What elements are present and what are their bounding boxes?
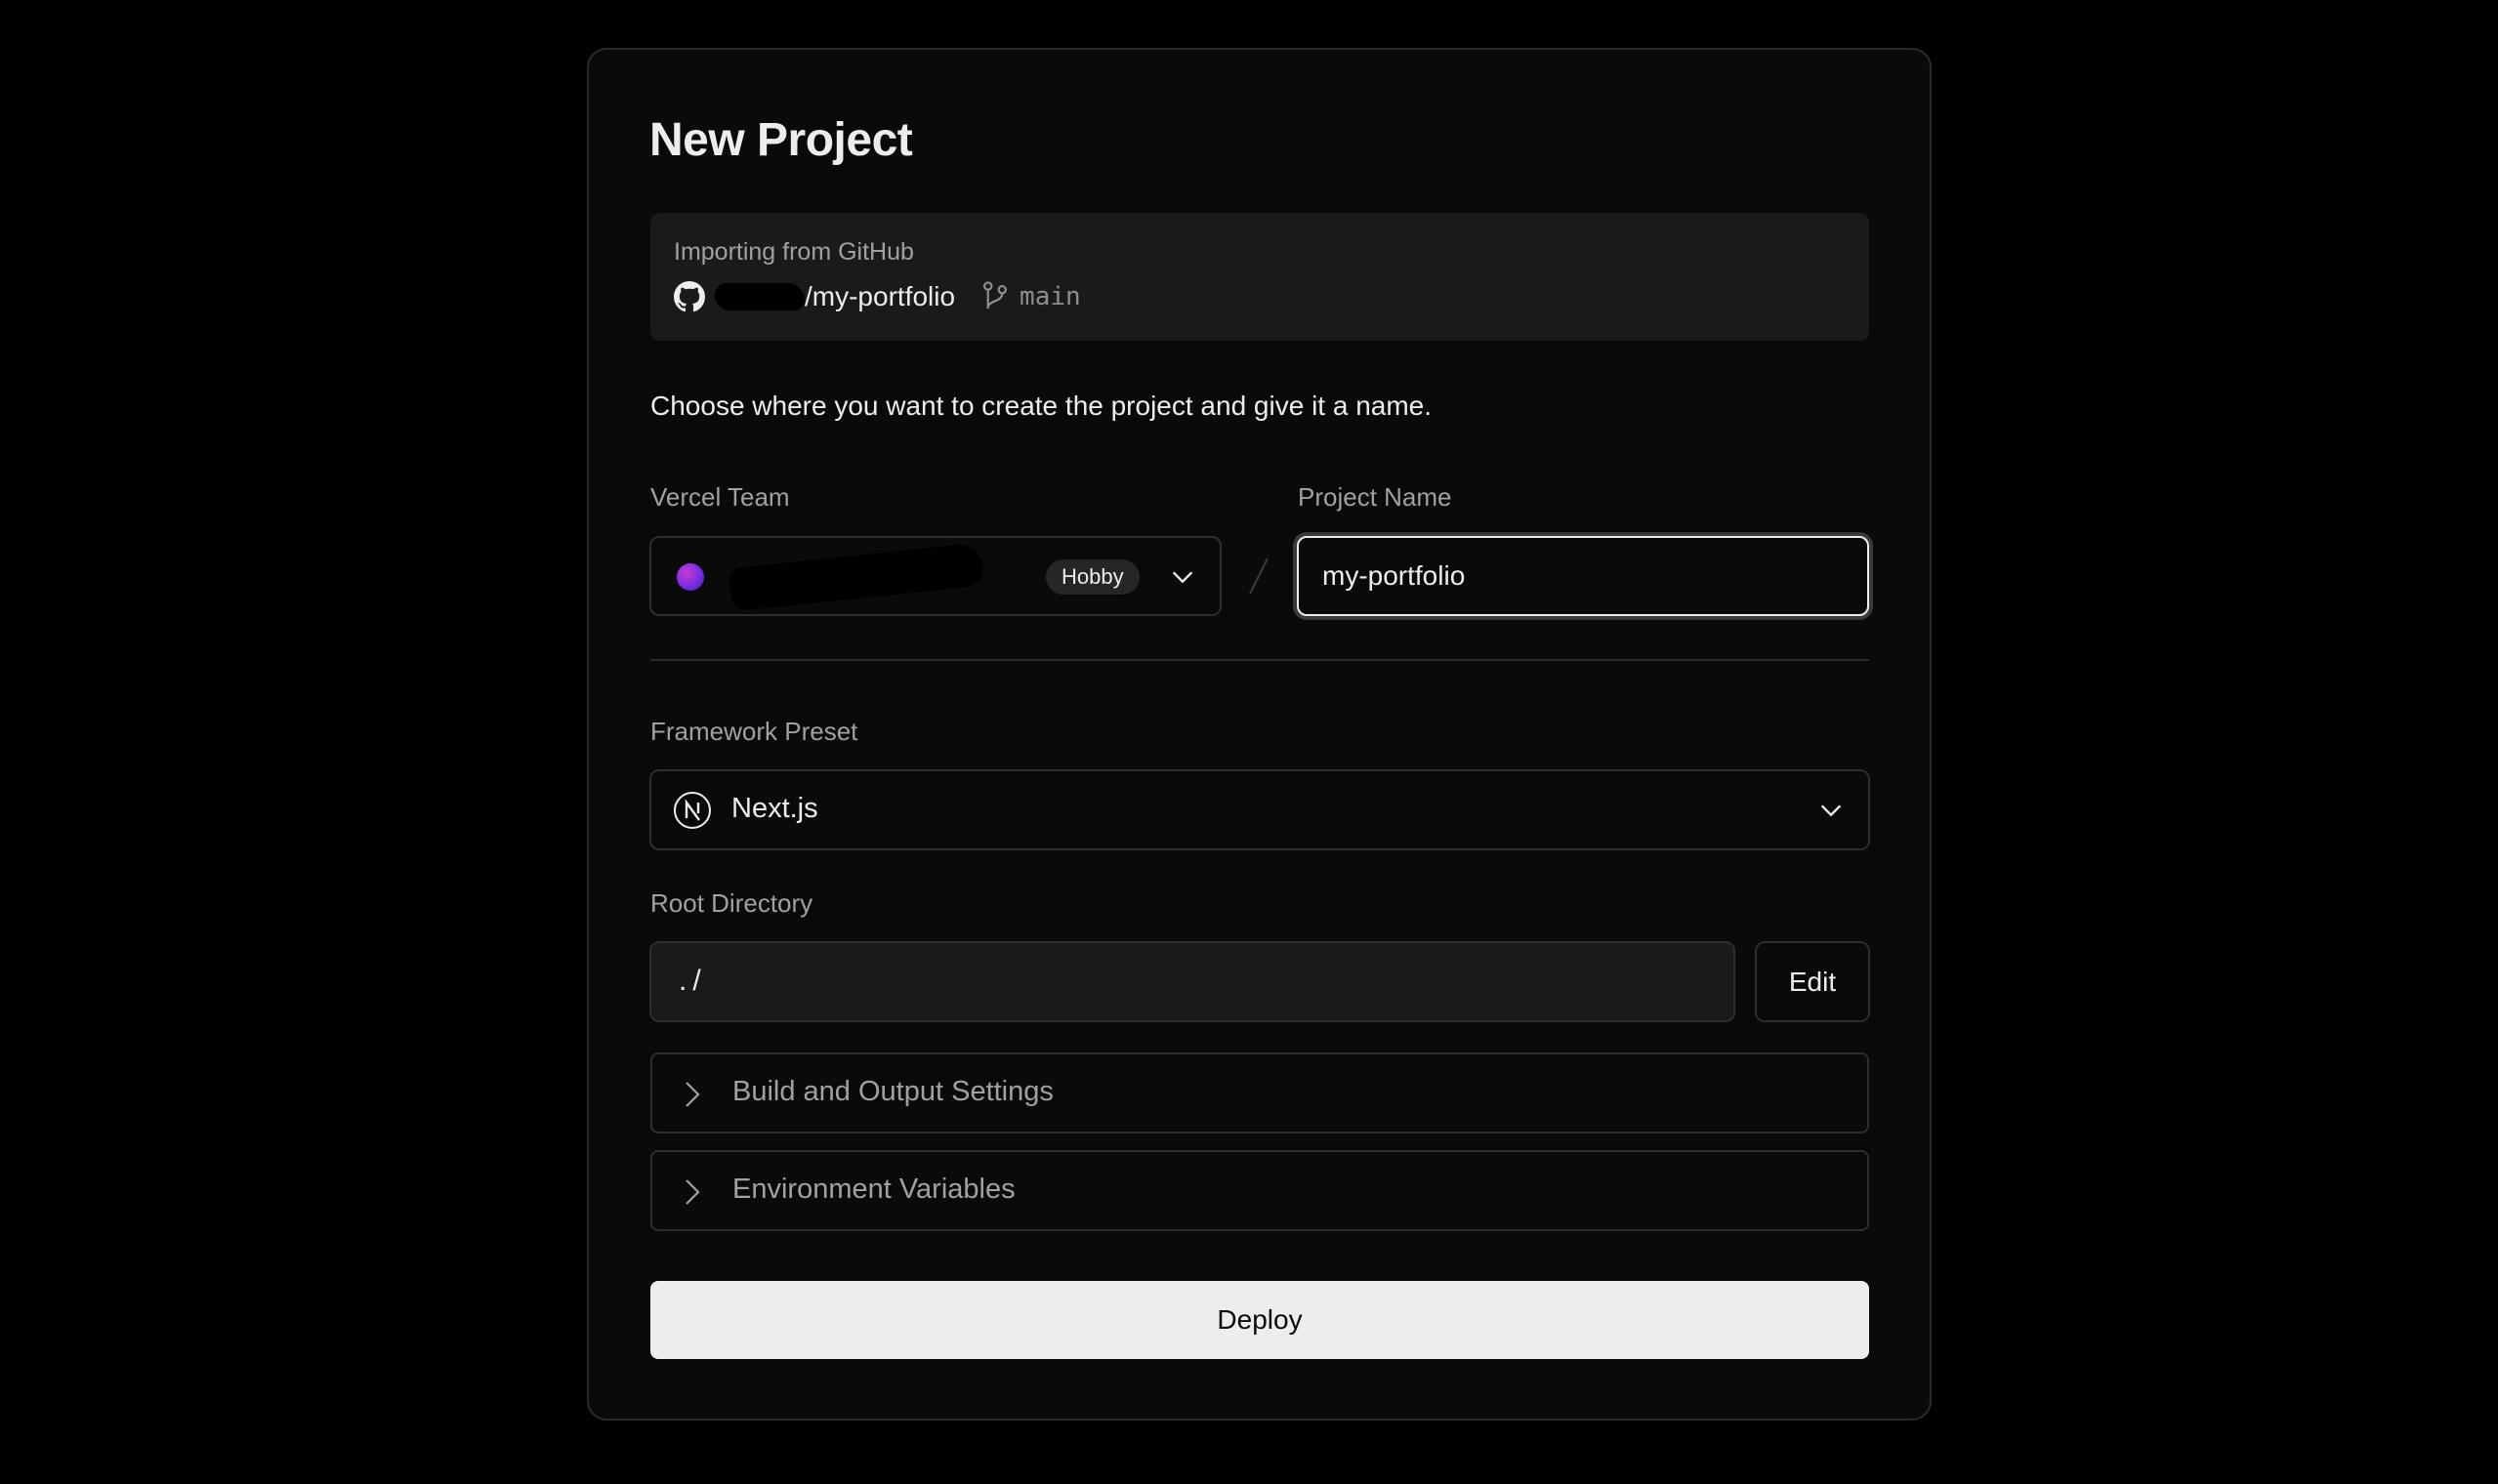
redacted-team-name	[728, 542, 985, 612]
vercel-team-select[interactable]: Hobby	[649, 536, 1222, 616]
github-icon	[674, 281, 705, 312]
redacted-owner	[715, 283, 805, 310]
build-output-settings-label: Build and Output Settings	[732, 1076, 1054, 1107]
branch-name: main	[1020, 282, 1081, 311]
team-avatar	[677, 563, 704, 591]
git-branch-icon	[983, 281, 1008, 309]
chevron-down-icon	[1172, 571, 1193, 584]
build-output-settings-toggle[interactable]: Build and Output Settings	[650, 1052, 1869, 1134]
repo-name[interactable]: /my-portfolio	[805, 281, 955, 312]
framework-preset-label: Framework Preset	[650, 717, 858, 746]
framework-preset-select[interactable]: Next.js	[649, 769, 1870, 850]
import-source-box: Importing from GitHub /my-portfolio main	[650, 213, 1869, 341]
root-directory-input: ./	[649, 941, 1735, 1022]
chevron-right-icon	[686, 1082, 700, 1107]
root-directory-label: Root Directory	[650, 888, 813, 918]
chevron-down-icon	[1820, 804, 1842, 817]
edit-root-directory-button[interactable]: Edit	[1755, 941, 1870, 1022]
import-source-label: Importing from GitHub	[674, 238, 914, 266]
plan-badge: Hobby	[1046, 559, 1140, 595]
environment-variables-label: Environment Variables	[732, 1174, 1016, 1205]
framework-preset-value: Next.js	[731, 793, 818, 824]
project-name-input[interactable]	[1297, 536, 1869, 616]
vercel-team-label: Vercel Team	[650, 482, 790, 512]
deploy-button[interactable]: Deploy	[650, 1281, 1869, 1359]
environment-variables-toggle[interactable]: Environment Variables	[650, 1150, 1869, 1231]
nextjs-icon	[674, 792, 711, 829]
chevron-right-icon	[686, 1179, 700, 1205]
page-title: New Project	[649, 114, 913, 166]
repo-row: /my-portfolio main	[674, 277, 1081, 316]
section-divider	[650, 659, 1869, 661]
root-directory-value: ./	[679, 965, 707, 997]
project-name-label: Project Name	[1298, 482, 1452, 512]
slash-separator	[1249, 557, 1269, 595]
instructions-text: Choose where you want to create the proj…	[650, 391, 1433, 421]
